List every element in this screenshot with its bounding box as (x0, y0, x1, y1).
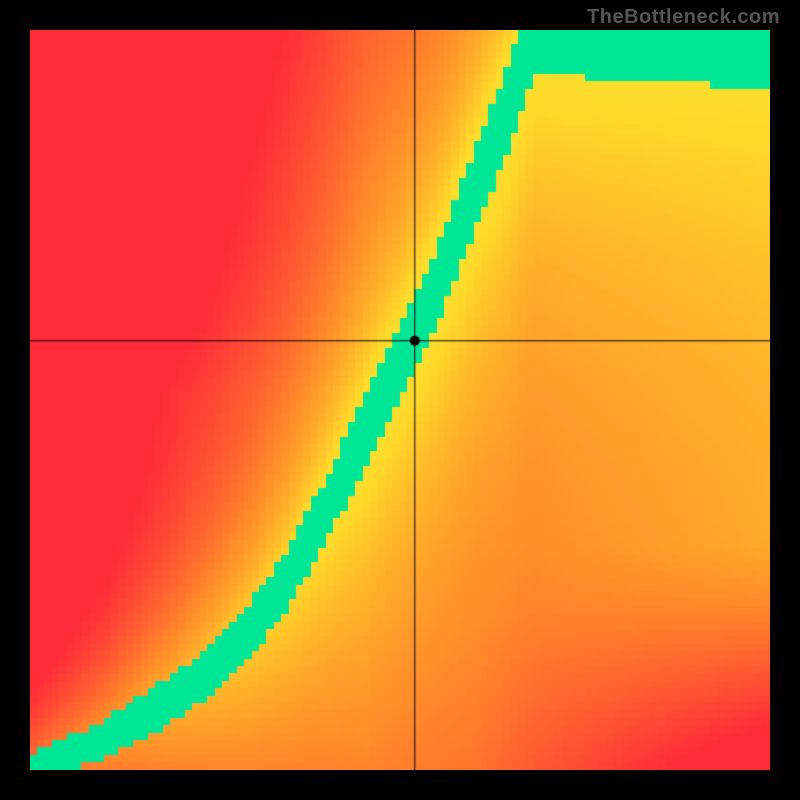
watermark-text: TheBottleneck.com (587, 6, 780, 29)
heatmap-canvas (30, 30, 770, 770)
bottleneck-heatmap-chart (30, 30, 770, 770)
